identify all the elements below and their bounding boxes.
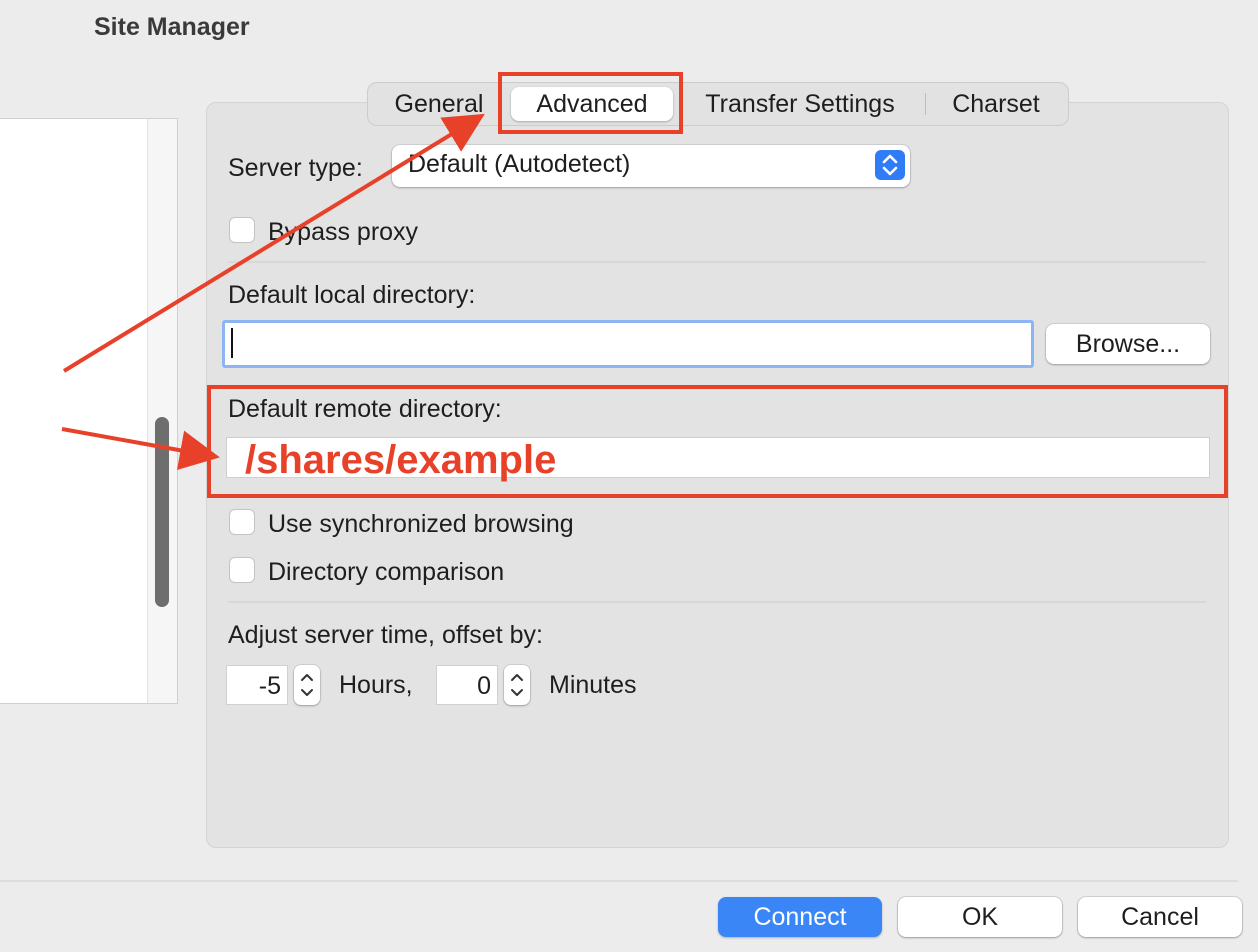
bypass-proxy-label: Bypass proxy (268, 218, 419, 246)
server-type-value: Default (Autodetect) (408, 150, 631, 178)
chevron-up-down-icon (875, 150, 905, 180)
tab-charset[interactable]: Charset (936, 83, 1056, 125)
highlight-remote-directory (207, 385, 1228, 498)
divider (228, 261, 1206, 263)
minutes-input[interactable]: 0 (436, 665, 498, 705)
bypass-proxy-checkbox[interactable] (229, 217, 255, 243)
chevron-up-down-icon (511, 674, 523, 696)
server-type-select[interactable]: Default (Autodetect) (392, 145, 910, 187)
ok-button[interactable]: OK (898, 897, 1062, 937)
directory-comparison-label: Directory comparison (268, 558, 505, 586)
tab-transfer-settings[interactable]: Transfer Settings (686, 83, 914, 125)
site-list-scrollbar[interactable] (147, 119, 177, 703)
hours-input[interactable]: -5 (226, 665, 288, 705)
site-list-scrollbar-thumb[interactable] (155, 417, 169, 607)
divider (228, 601, 1206, 603)
tab-bar: General Advanced Transfer Settings Chars… (367, 82, 1069, 126)
local-directory-input[interactable] (222, 320, 1034, 368)
browse-button[interactable]: Browse... (1046, 324, 1210, 364)
footer-divider (0, 880, 1238, 882)
connect-button[interactable]: Connect (718, 897, 882, 937)
minutes-label: Minutes (549, 671, 637, 699)
sync-browsing-label: Use synchronized browsing (268, 510, 574, 538)
directory-comparison-checkbox[interactable] (229, 557, 255, 583)
highlight-advanced-tab (498, 72, 683, 134)
server-type-label: Server type: (228, 154, 363, 182)
hours-label: Hours, (339, 671, 413, 699)
hours-stepper[interactable] (294, 665, 320, 705)
site-list-pane[interactable] (0, 118, 178, 704)
title-bar: Site Manager (0, 0, 1258, 58)
tab-general[interactable]: General (378, 83, 500, 125)
sync-browsing-checkbox[interactable] (229, 509, 255, 535)
cancel-button[interactable]: Cancel (1078, 897, 1242, 937)
time-offset-label: Adjust server time, offset by: (228, 621, 543, 649)
text-caret (231, 328, 233, 358)
local-directory-label: Default local directory: (228, 281, 476, 309)
chevron-up-down-icon (301, 674, 313, 696)
minutes-stepper[interactable] (504, 665, 530, 705)
tab-separator (925, 93, 926, 115)
window-title: Site Manager (94, 13, 250, 41)
